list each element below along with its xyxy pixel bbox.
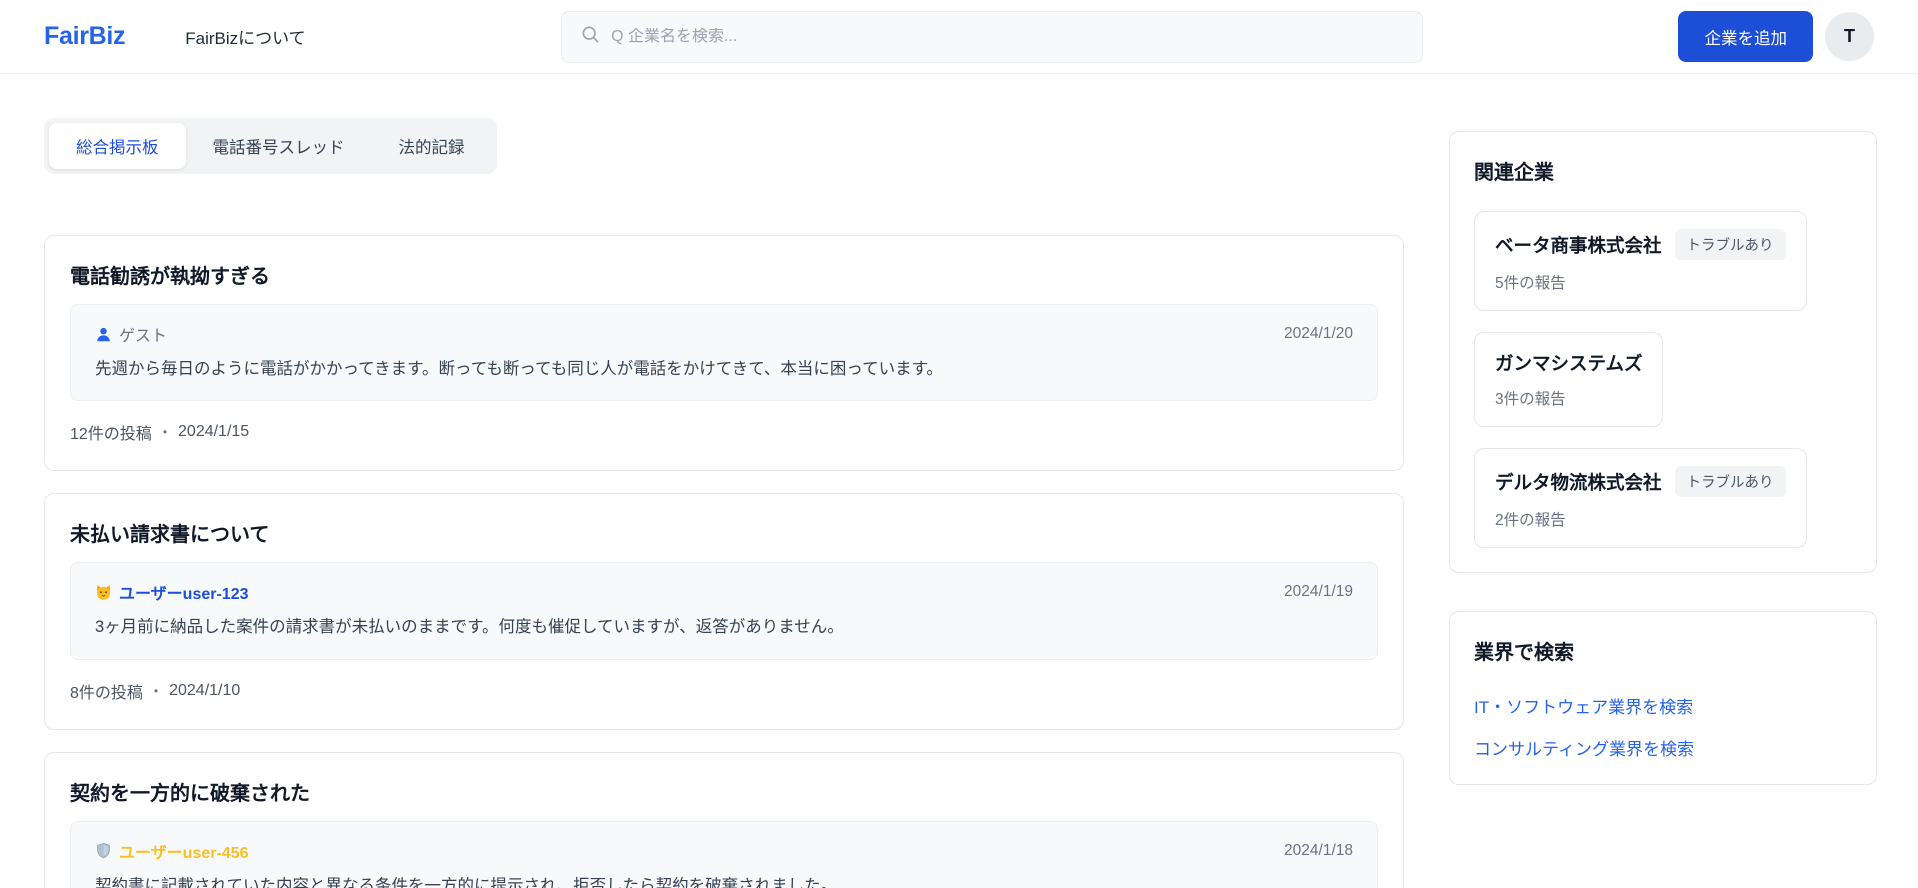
related-companies-panel: 関連企業 ベータ商事株式会社 トラブルあり 5件の報告 ガンマシステムズ 3件の…: [1449, 131, 1877, 573]
search-icon: [580, 24, 600, 49]
post-count: 8件の投稿: [70, 679, 143, 703]
thread-title[interactable]: 電話勧誘が執拗すぎる: [70, 260, 1378, 289]
company-list: ベータ商事株式会社 トラブルあり 5件の報告 ガンマシステムズ 3件の報告 デル…: [1474, 211, 1852, 548]
search-input[interactable]: [611, 28, 1404, 46]
thread-date: 2024/1/15: [178, 423, 249, 441]
company-card[interactable]: ベータ商事株式会社 トラブルあり 5件の報告: [1474, 211, 1807, 311]
company-head: ベータ商事株式会社 トラブルあり: [1495, 229, 1786, 260]
shield-icon: [95, 842, 112, 859]
sidebar: 関連企業 ベータ商事株式会社 トラブルあり 5件の報告 ガンマシステムズ 3件の…: [1449, 131, 1877, 785]
trouble-badge: トラブルあり: [1675, 229, 1786, 260]
logo[interactable]: FairBiz: [44, 22, 125, 51]
post-author-name[interactable]: ゲスト: [119, 322, 167, 346]
thread-title[interactable]: 契約を一方的に破棄された: [70, 777, 1378, 806]
tab[interactable]: 法的記録: [372, 123, 492, 169]
related-companies-heading: 関連企業: [1474, 156, 1852, 185]
add-company-button[interactable]: 企業を追加: [1678, 11, 1813, 62]
company-card[interactable]: ガンマシステムズ 3件の報告: [1474, 332, 1663, 427]
cat-icon: [95, 584, 112, 601]
post-date: 2024/1/19: [1284, 583, 1353, 601]
thread-date: 2024/1/10: [169, 682, 240, 700]
person-icon: [95, 326, 112, 343]
company-name: ベータ商事株式会社: [1495, 232, 1662, 258]
industry-search-heading: 業界で検索: [1474, 636, 1852, 665]
company-report-count: 5件の報告: [1495, 271, 1786, 293]
post-date: 2024/1/20: [1284, 325, 1353, 343]
thread-card: 契約を一方的に破棄された ユーザーuser-456 2024/1/18 契約書に…: [44, 752, 1404, 888]
post-author-name[interactable]: ユーザーuser-123: [119, 580, 249, 604]
tab[interactable]: 電話番号スレッド: [186, 123, 372, 169]
thread-footer: 12件の投稿 • 2024/1/15: [70, 420, 1378, 444]
industry-search-panel: 業界で検索 IT・ソフトウェア業界を検索 コンサルティング業界を検索: [1449, 611, 1877, 785]
thread-footer: 8件の投稿 • 2024/1/10: [70, 679, 1378, 703]
company-report-count: 3件の報告: [1495, 387, 1642, 409]
post-content: 先週から毎日のように電話がかかってきます。断っても断っても同じ人が電話をかけてき…: [95, 359, 1353, 380]
post-head: ゲスト 2024/1/20: [95, 322, 1353, 346]
thread-list: 電話勧誘が執拗すぎる ゲスト 2024/1/20 先週から毎日のように電話がかか…: [44, 235, 1404, 888]
post-head: ユーザーuser-456 2024/1/18: [95, 839, 1353, 863]
post: ゲスト 2024/1/20 先週から毎日のように電話がかかってきます。断っても断…: [70, 304, 1378, 401]
company-name: ガンマシステムズ: [1495, 350, 1642, 376]
trouble-badge: トラブルあり: [1675, 466, 1786, 497]
post-date: 2024/1/18: [1284, 842, 1353, 860]
post-count: 12件の投稿: [70, 420, 152, 444]
industry-search-link[interactable]: コンサルティング業界を検索: [1474, 735, 1852, 760]
company-name: デルタ物流株式会社: [1495, 469, 1662, 495]
post-author-name[interactable]: ユーザーuser-456: [119, 839, 249, 863]
post-content: 3ヶ月前に納品した案件の請求書が未払いのままです。何度も催促していますが、返答が…: [95, 617, 1353, 638]
company-report-count: 2件の報告: [1495, 508, 1786, 530]
nav-about-link[interactable]: FairBizについて: [185, 24, 305, 49]
thread-card: 電話勧誘が執拗すぎる ゲスト 2024/1/20 先週から毎日のように電話がかか…: [44, 235, 1404, 471]
content-column: 総合掲示板 電話番号スレッド 法的記録 電話勧誘が執拗すぎる ゲスト 2024/…: [44, 118, 1404, 888]
search-box[interactable]: [561, 11, 1423, 63]
header-right: 企業を追加 T: [1678, 11, 1874, 62]
tab[interactable]: 総合掲示板: [49, 123, 186, 169]
industry-search-link[interactable]: IT・ソフトウェア業界を検索: [1474, 693, 1852, 718]
tab-bar: 総合掲示板 電話番号スレッド 法的記録: [44, 118, 497, 174]
header: FairBiz FairBizについて 企業を追加 T: [0, 0, 1918, 74]
industry-links: IT・ソフトウェア業界を検索 コンサルティング業界を検索: [1474, 693, 1852, 760]
company-head: デルタ物流株式会社 トラブルあり: [1495, 466, 1786, 497]
thread-card: 未払い請求書について ユーザーuser-123 2024/1/19: [44, 493, 1404, 729]
post-head: ユーザーuser-123 2024/1/19: [95, 580, 1353, 604]
post: ユーザーuser-456 2024/1/18 契約書に記載されていた内容と異なる…: [70, 821, 1378, 888]
post-content: 契約書に記載されていた内容と異なる条件を一方的に提示され、拒否したら契約を破棄さ…: [95, 876, 1353, 888]
company-head: ガンマシステムズ: [1495, 350, 1642, 376]
avatar[interactable]: T: [1825, 12, 1874, 61]
bullet-separator: •: [163, 425, 167, 439]
main: 総合掲示板 電話番号スレッド 法的記録 電話勧誘が執拗すぎる ゲスト 2024/…: [0, 118, 1918, 888]
company-card[interactable]: デルタ物流株式会社 トラブルあり 2件の報告: [1474, 448, 1807, 548]
bullet-separator: •: [154, 684, 158, 698]
thread-title[interactable]: 未払い請求書について: [70, 518, 1378, 547]
post: ユーザーuser-123 2024/1/19 3ヶ月前に納品した案件の請求書が未…: [70, 562, 1378, 659]
